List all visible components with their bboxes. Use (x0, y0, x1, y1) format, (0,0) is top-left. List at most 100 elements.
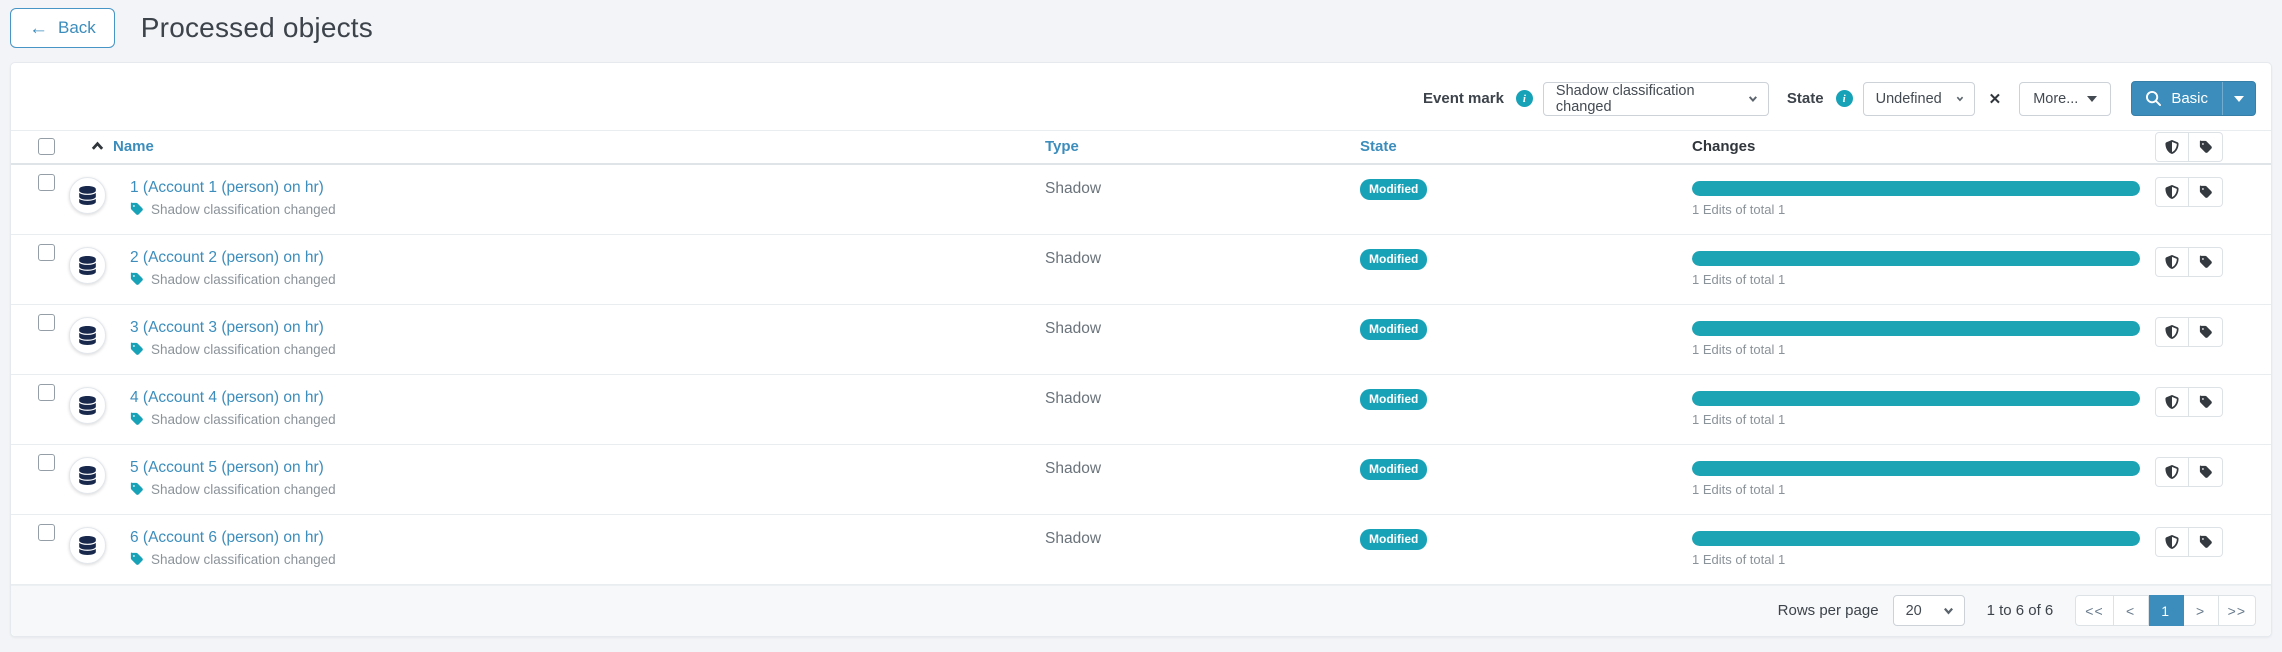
type-cell: Shadow (1045, 165, 1360, 198)
search-button[interactable]: Basic (2132, 82, 2222, 115)
tag-action-button[interactable] (2189, 177, 2223, 207)
row-checkbox[interactable] (38, 244, 55, 261)
select-all-checkbox[interactable] (38, 138, 55, 155)
shield-half-icon (2165, 185, 2179, 199)
shield-action-button[interactable] (2155, 247, 2189, 277)
object-name-link[interactable]: 2 (Account 2 (person) on hr) (130, 249, 324, 267)
column-header-changes: Changes (1692, 138, 2155, 155)
column-header-name-label[interactable]: Name (113, 138, 154, 155)
database-icon (79, 466, 96, 485)
caret-down-icon (2087, 96, 2097, 102)
tag-column-button[interactable] (2189, 132, 2223, 162)
table-row: 1 (Account 1 (person) on hr) Shadow clas… (11, 165, 2271, 235)
event-mark-line: Shadow classification changed (130, 482, 336, 497)
row-checkbox[interactable] (38, 454, 55, 471)
shadow-avatar (69, 457, 106, 494)
shadow-avatar (69, 317, 106, 354)
column-header-state[interactable]: State (1360, 138, 1692, 155)
object-name-link[interactable]: 4 (Account 4 (person) on hr) (130, 389, 324, 407)
changes-summary-text: 1 Edits of total 1 (1692, 482, 2140, 497)
state-label: State (1787, 90, 1824, 107)
tag-icon (2199, 185, 2213, 199)
changes-cell: 1 Edits of total 1 (1692, 515, 2155, 567)
table-footer: Rows per page 20 1 to 6 of 6 << < 1 > >> (11, 585, 2271, 636)
object-name-link[interactable]: 5 (Account 5 (person) on hr) (130, 459, 324, 477)
progress-fill (1692, 181, 2140, 196)
tag-action-button[interactable] (2189, 527, 2223, 557)
tag-action-button[interactable] (2189, 457, 2223, 487)
changes-cell: 1 Edits of total 1 (1692, 165, 2155, 217)
rows-per-page-select[interactable]: 20 (1893, 595, 1965, 626)
info-icon[interactable]: i (1516, 90, 1533, 107)
table-row: 4 (Account 4 (person) on hr) Shadow clas… (11, 375, 2271, 445)
changes-progress-bar (1692, 181, 2140, 196)
changes-progress-bar (1692, 321, 2140, 336)
event-mark-text: Shadow classification changed (151, 552, 336, 567)
column-header-type[interactable]: Type (1045, 138, 1360, 155)
pagination-count-text: 1 to 6 of 6 (1987, 602, 2054, 619)
event-mark-line: Shadow classification changed (130, 272, 336, 287)
changes-cell: 1 Edits of total 1 (1692, 445, 2155, 497)
type-cell: Shadow (1045, 515, 1360, 548)
more-filters-button[interactable]: More... (2019, 82, 2111, 116)
changes-summary-text: 1 Edits of total 1 (1692, 342, 2140, 357)
row-checkbox[interactable] (38, 314, 55, 331)
row-actions (2155, 165, 2271, 207)
shield-action-button[interactable] (2155, 177, 2189, 207)
last-page-button[interactable]: >> (2219, 595, 2256, 626)
state-badge: Modified (1360, 529, 1427, 550)
state-cell: Modified (1360, 515, 1692, 550)
event-mark-select[interactable]: Shadow classification changed (1543, 82, 1769, 116)
sort-ascending-icon[interactable] (91, 140, 104, 153)
changes-progress-bar (1692, 391, 2140, 406)
shield-action-button[interactable] (2155, 387, 2189, 417)
current-page-button[interactable]: 1 (2149, 595, 2184, 626)
state-cell: Modified (1360, 305, 1692, 340)
next-page-button[interactable]: > (2184, 595, 2219, 626)
state-badge: Modified (1360, 389, 1427, 410)
tag-icon (130, 272, 144, 286)
changes-cell: 1 Edits of total 1 (1692, 305, 2155, 357)
search-mode-dropdown-button[interactable] (2222, 82, 2255, 115)
page-title: Processed objects (141, 12, 373, 44)
shield-half-icon (2165, 325, 2179, 339)
column-header-name: Name (67, 138, 1045, 155)
database-icon (79, 186, 96, 205)
name-cell: 4 (Account 4 (person) on hr) Shadow clas… (67, 375, 1045, 427)
row-checkbox[interactable] (38, 174, 55, 191)
state-cell: Modified (1360, 375, 1692, 410)
info-icon[interactable]: i (1836, 90, 1853, 107)
row-checkbox[interactable] (38, 384, 55, 401)
back-button[interactable]: ← Back (10, 8, 115, 48)
first-page-button[interactable]: << (2075, 595, 2113, 626)
tag-icon (2199, 535, 2213, 549)
object-name-link[interactable]: 6 (Account 6 (person) on hr) (130, 529, 324, 547)
remove-filter-button[interactable]: ✕ (1985, 90, 2006, 108)
tag-icon (130, 552, 144, 566)
row-checkbox[interactable] (38, 524, 55, 541)
chevron-down-icon (1748, 93, 1758, 104)
state-select[interactable]: Undefined (1863, 82, 1975, 116)
shield-action-button[interactable] (2155, 457, 2189, 487)
name-cell: 1 (Account 1 (person) on hr) Shadow clas… (67, 165, 1045, 217)
tag-icon (2199, 465, 2213, 479)
tag-action-button[interactable] (2189, 247, 2223, 277)
row-actions (2155, 515, 2271, 557)
previous-page-button[interactable]: < (2114, 595, 2149, 626)
shadow-avatar (69, 527, 106, 564)
event-mark-text: Shadow classification changed (151, 482, 336, 497)
tag-action-button[interactable] (2189, 387, 2223, 417)
progress-fill (1692, 251, 2140, 266)
row-actions (2155, 445, 2271, 487)
state-select-value: Undefined (1876, 91, 1942, 107)
shield-action-button[interactable] (2155, 527, 2189, 557)
object-name-link[interactable]: 1 (Account 1 (person) on hr) (130, 179, 324, 197)
shield-column-button[interactable] (2155, 132, 2189, 162)
object-name-link[interactable]: 3 (Account 3 (person) on hr) (130, 319, 324, 337)
shield-action-button[interactable] (2155, 317, 2189, 347)
shield-half-icon (2165, 465, 2179, 479)
tag-action-button[interactable] (2189, 317, 2223, 347)
event-mark-text: Shadow classification changed (151, 342, 336, 357)
progress-fill (1692, 391, 2140, 406)
database-icon (79, 326, 96, 345)
